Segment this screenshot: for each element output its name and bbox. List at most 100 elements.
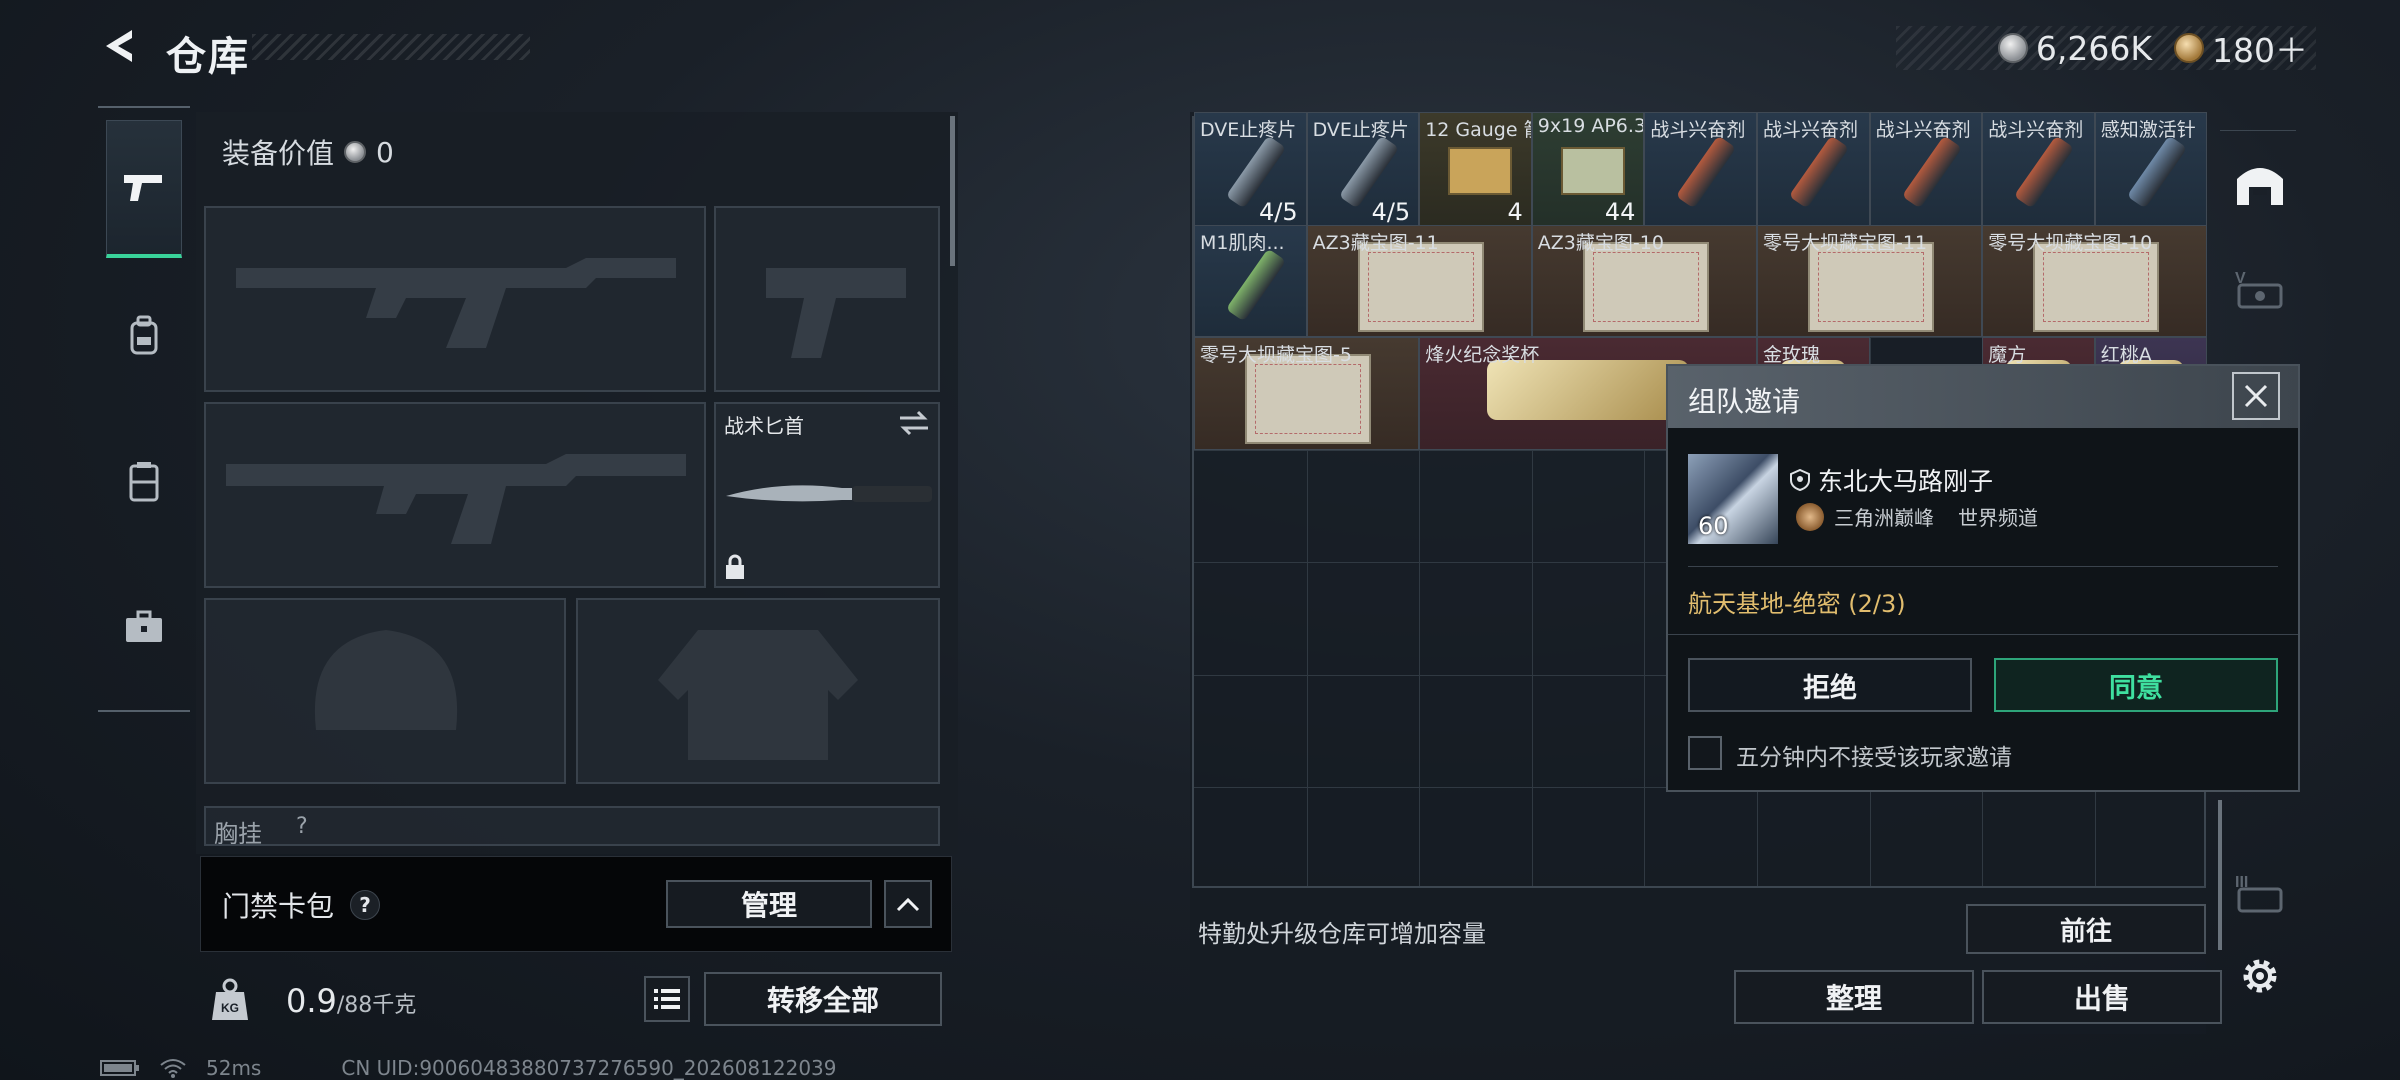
v-case-icon: V (2235, 270, 2283, 309)
helmet-slot[interactable] (204, 598, 566, 784)
list-icon (654, 989, 680, 1009)
close-button[interactable] (2232, 372, 2280, 420)
collectible-icon (1487, 360, 1689, 420)
mute-option-label: 五分钟内不接受该玩家邀请 (1736, 745, 2012, 771)
rail-case-iii[interactable]: III (2232, 864, 2288, 920)
transfer-all-button[interactable]: 转移全部 (704, 972, 942, 1026)
gold-amount: 180＋ (2212, 31, 2308, 70)
item-name: 零号大坝藏宝图-5 (1200, 344, 1352, 366)
backpack-icon (130, 315, 158, 355)
primary-weapon-slot[interactable] (204, 206, 706, 392)
storage-item[interactable]: AZ3藏宝图-11 (1306, 224, 1532, 337)
player-name-row: 东北大马路刚子 (1790, 462, 1993, 498)
back-button[interactable] (96, 22, 144, 70)
goto-button[interactable]: 前往 (1966, 904, 2206, 954)
help-icon[interactable]: ? (350, 890, 381, 920)
secondary-weapon-slot[interactable] (204, 402, 706, 588)
briefcase-icon (126, 610, 162, 642)
settings-button[interactable] (2232, 948, 2288, 1004)
capacity-weight: 0.9/88千克 (286, 982, 416, 1020)
battery-icon (100, 1060, 139, 1076)
uid-text: CN UID:9006048388073727659​0_20260812203… (341, 1056, 837, 1080)
silver-coin-icon (1997, 33, 2028, 63)
upgrade-hint: 特勤处升级仓库可增加容量 (1198, 920, 1486, 948)
divider (1668, 634, 2298, 635)
nav-weapons[interactable] (106, 120, 182, 258)
storage-item[interactable]: 零号大坝藏宝图-11 (1757, 224, 1983, 337)
pistol-icon (124, 174, 162, 201)
silver-coin-icon (344, 141, 367, 163)
nav-items[interactable] (106, 558, 182, 696)
chest-rig-slot[interactable]: 胸挂 ? (204, 806, 940, 846)
treasure-map-icon (2033, 241, 2160, 332)
item-name: 烽火纪念奖杯 (1425, 344, 1540, 366)
list-view-button[interactable] (644, 976, 690, 1022)
storage-item[interactable]: AZ3藏宝图-10 (1531, 224, 1757, 337)
pistol-slot[interactable] (714, 206, 940, 392)
mute-checkbox[interactable] (1688, 736, 1722, 770)
nav-backpack[interactable] (106, 266, 182, 404)
iii-case-icon: III (2235, 874, 2283, 913)
treasure-map-icon (1245, 354, 1371, 444)
item-count: 4/5 (1371, 197, 1411, 226)
lock-icon (726, 554, 744, 579)
sell-button[interactable]: 出售 (1982, 970, 2222, 1024)
item-count: 4 (1507, 197, 1523, 226)
armor-slot[interactable] (576, 598, 940, 784)
storage-item[interactable]: 感知激活针 (2094, 112, 2208, 231)
sort-button[interactable]: 整理 (1734, 970, 1974, 1024)
storage-item[interactable]: 战斗兴奋剂 (1869, 112, 1983, 231)
rail-case-v[interactable]: V (2232, 260, 2288, 316)
knife-slot[interactable]: 战术匕首 (714, 402, 940, 588)
item-name: 零号大坝藏宝图-11 (1763, 231, 1928, 254)
accept-button[interactable]: 同意 (1994, 658, 2278, 712)
rank-badge-icon (1796, 502, 1824, 531)
storage-item[interactable]: 战斗兴奋剂 (1644, 112, 1757, 231)
team-invite-dialog (1666, 364, 2300, 792)
storage-item[interactable]: 零号大坝藏宝图-5 (1194, 337, 1420, 450)
mission-name: 航天基地-绝密 (2/3) (1688, 590, 1906, 618)
item-name: 战斗兴奋剂 (1988, 119, 2084, 141)
divider (1688, 566, 2278, 567)
storage-item[interactable]: 战斗兴奋剂 (1757, 112, 1870, 231)
currency-gold[interactable]: 180＋ (2174, 24, 2308, 72)
rifle-silhouette-icon (226, 454, 686, 544)
close-icon (2244, 384, 2268, 408)
tactical-knife-icon (726, 485, 932, 502)
storage-item[interactable]: 战斗兴奋剂 (1982, 112, 2095, 231)
item-name: 战斗兴奋剂 (1875, 119, 1971, 141)
collapse-button[interactable] (884, 880, 932, 928)
item-count: 44 (1604, 197, 1636, 226)
storage-item[interactable]: 9x19 AP6.3 44 (1531, 112, 1645, 231)
chest-rig-value: ? (296, 814, 308, 839)
ammo-box-icon (1560, 147, 1625, 195)
swap-icon[interactable] (898, 410, 930, 436)
nav-armor[interactable] (106, 412, 182, 550)
storage-item[interactable]: 零号大坝藏宝图-10 (1982, 224, 2208, 337)
storage-item[interactable]: 12 Gauge 箭形弹 4 (1419, 112, 1532, 231)
rail-shelter[interactable] (2232, 154, 2288, 210)
item-name: M1肌肉... (1200, 231, 1285, 254)
item-name: 12 Gauge 箭形弹 (1425, 119, 1531, 141)
access-card-bag-title: 门禁卡包 ? (222, 885, 381, 925)
item-name: DVE止疼片 (1200, 119, 1297, 141)
rail-scrollbar[interactable] (2218, 800, 2222, 950)
item-name: 魔方 (1988, 344, 2027, 366)
storage-item[interactable]: M1肌肉... (1194, 224, 1307, 337)
knife-slot-label: 战术匕首 (724, 414, 804, 438)
injector-icon (1676, 135, 1737, 209)
chevron-up-icon (896, 897, 920, 912)
storage-item[interactable]: DVE止疼片 4/5 (1194, 112, 1307, 231)
rank-row: 三角洲巅峰 世界频道 (1796, 502, 2038, 531)
page-title: 仓库 (166, 34, 250, 80)
ammo-box-icon (1448, 147, 1513, 195)
rifle-silhouette-icon (236, 258, 676, 348)
reject-button[interactable]: 拒绝 (1688, 658, 1972, 712)
storage-item[interactable]: DVE止疼片 4/5 (1306, 112, 1420, 231)
helmet-silhouette-icon (314, 630, 458, 730)
item-name: DVE止疼片 (1312, 119, 1409, 141)
item-name: AZ3藏宝图-11 (1312, 231, 1439, 254)
currency-silver[interactable]: 6,266K (1997, 29, 2152, 68)
manage-button[interactable]: 管理 (666, 880, 872, 928)
loadout-scrollbar[interactable] (950, 116, 955, 266)
